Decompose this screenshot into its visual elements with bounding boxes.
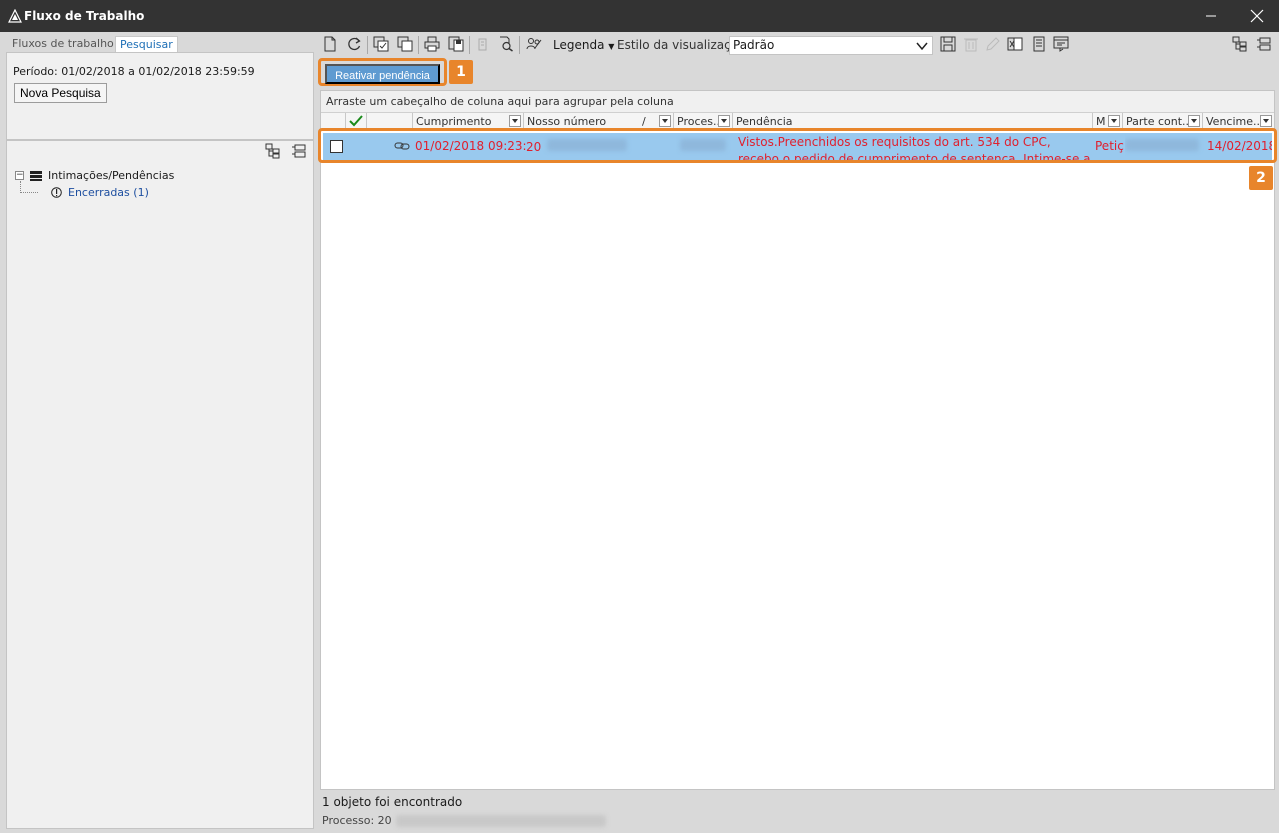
processo-label: Processo: 20 <box>322 814 392 827</box>
copy-icon[interactable] <box>397 36 413 52</box>
save-view-icon[interactable] <box>940 36 956 52</box>
search-panel: Período: 01/02/2018 a 01/02/2018 23:59:5… <box>6 52 314 140</box>
sort-indicator: / <box>642 115 646 128</box>
close-icon <box>1250 9 1264 23</box>
tree-connector <box>20 181 38 193</box>
group-by-hint: Arraste um cabeçalho de coluna aqui para… <box>321 91 1274 113</box>
estilo-label: Estilo da visualização <box>617 38 746 52</box>
table-row[interactable]: 01/02/2018 09:23:5 20 Vistos.Preenchidos… <box>323 133 1272 160</box>
estilo-value: Padrão <box>733 38 775 52</box>
redacted-value <box>1125 139 1199 151</box>
select-all-icon[interactable] <box>373 36 389 52</box>
collapse-toggle-icon[interactable]: − <box>15 171 24 180</box>
close-button[interactable] <box>1234 0 1279 32</box>
collapse-tree-icon[interactable] <box>1256 36 1272 52</box>
step-badge-2: 2 <box>1249 166 1273 190</box>
expand-tree-icon[interactable] <box>265 143 281 159</box>
save-as-icon[interactable] <box>448 36 464 52</box>
tree-item-label: Encerradas (1) <box>68 186 149 199</box>
delete-disabled-icon <box>964 38 978 52</box>
cell-vencimento: 14/02/2018 <box>1207 139 1272 153</box>
minimize-button[interactable] <box>1188 0 1234 32</box>
expand-tree-icon[interactable] <box>1232 36 1248 52</box>
header-label: Proces... <box>677 115 724 128</box>
new-document-icon[interactable] <box>322 36 338 52</box>
row-highlight: 01/02/2018 09:23:5 20 Vistos.Preenchidos… <box>318 128 1277 163</box>
list-icon <box>30 170 42 181</box>
dropdown-caret-icon: ▼ <box>608 42 615 51</box>
filter-dropdown-icon[interactable] <box>659 115 671 127</box>
report-icon[interactable] <box>1031 36 1047 52</box>
row-checkbox[interactable] <box>330 140 343 153</box>
step-badge-1: 1 <box>449 60 473 84</box>
toolbar-separator <box>469 36 470 54</box>
attach-disabled-icon <box>478 38 487 51</box>
legenda-label: Legenda <box>553 38 605 52</box>
tab-fluxos-de-trabalho[interactable]: Fluxos de trabalho <box>8 36 118 52</box>
left-tabs: Fluxos de trabalho Pesquisar <box>6 34 314 52</box>
header-label: Nosso número <box>527 115 607 128</box>
legenda-menu[interactable]: Legenda ▼ <box>553 38 614 52</box>
redacted-value <box>547 139 628 151</box>
cell-m: Petiç <box>1095 139 1124 153</box>
redacted-value <box>395 814 606 827</box>
filter-dropdown-icon[interactable] <box>718 115 730 127</box>
edit-disabled-icon <box>986 37 1000 51</box>
header-label: Pendência <box>736 115 793 128</box>
cell-cumprimento: 01/02/2018 09:23:5 <box>415 139 526 153</box>
app-logo-icon <box>8 9 22 23</box>
header-label: Vencime... <box>1206 115 1264 128</box>
nova-pesquisa-button[interactable]: Nova Pesquisa <box>14 83 107 103</box>
results-grid: Arraste um cabeçalho de coluna aqui para… <box>320 90 1275 790</box>
results-count: 1 objeto foi encontrado <box>322 795 463 809</box>
layout-icon[interactable] <box>1053 36 1069 52</box>
link-icon <box>394 142 410 150</box>
processo-status: Processo: 20 <box>322 814 606 827</box>
tree-item-encerradas[interactable]: Encerradas (1) <box>51 186 149 199</box>
cell-processo <box>676 133 735 160</box>
window-title: Fluxo de Trabalho <box>24 9 145 23</box>
toolbar-separator <box>519 36 520 54</box>
tree-item-intimacoes[interactable]: − Intimações/Pendências <box>15 169 174 182</box>
header-label: M <box>1096 115 1106 128</box>
title-bar: Fluxo de Trabalho <box>0 0 1279 32</box>
info-icon <box>51 187 62 198</box>
refresh-icon[interactable] <box>346 36 362 52</box>
print-icon[interactable] <box>424 36 440 52</box>
filter-dropdown-icon[interactable] <box>1260 115 1272 127</box>
collapse-tree-icon[interactable] <box>291 143 307 159</box>
left-panel: Fluxos de trabalho Pesquisar Período: 01… <box>6 34 314 829</box>
search-document-icon[interactable] <box>498 36 514 52</box>
checkmark-icon <box>349 115 363 127</box>
toolbar-separator <box>418 36 419 54</box>
users-icon[interactable] <box>526 36 542 52</box>
tab-pesquisar[interactable]: Pesquisar <box>115 36 178 52</box>
tree-panel: − Intimações/Pendências Encerradas (1) <box>6 140 314 829</box>
reativar-highlight: Reativar pendência <box>318 58 447 86</box>
redacted-value <box>680 139 726 151</box>
filter-dropdown-icon[interactable] <box>509 115 521 127</box>
estilo-select[interactable]: Padrão <box>729 36 933 55</box>
cell-parte-contraria <box>1125 133 1205 160</box>
filter-dropdown-icon[interactable] <box>1188 115 1200 127</box>
header-label: Cumprimento <box>416 115 492 128</box>
cell-nosso-numero: 20 <box>526 133 676 160</box>
header-label: Parte cont... <box>1126 115 1193 128</box>
minimize-icon <box>1206 15 1216 17</box>
tree-tools <box>265 143 307 159</box>
reativar-pendencia-button[interactable]: Reativar pendência <box>325 64 440 84</box>
periodo-label: Período: 01/02/2018 a 01/02/2018 23:59:5… <box>13 65 255 78</box>
cell-pendencia: Vistos.Preenchidos os requisitos do art.… <box>738 133 1096 160</box>
nosso-numero-prefix: 20 <box>526 140 542 154</box>
tree-item-label: Intimações/Pendências <box>48 169 175 182</box>
toolbar-separator <box>367 36 368 54</box>
main-toolbar: Legenda ▼ Estilo da visualização Padrão <box>318 33 1279 57</box>
filter-dropdown-icon[interactable] <box>1108 115 1120 127</box>
pendencia-text: Vistos.Preenchidos os requisitos do art.… <box>738 135 1091 160</box>
excel-export-icon[interactable] <box>1007 36 1023 52</box>
chevron-down-icon <box>916 42 928 51</box>
